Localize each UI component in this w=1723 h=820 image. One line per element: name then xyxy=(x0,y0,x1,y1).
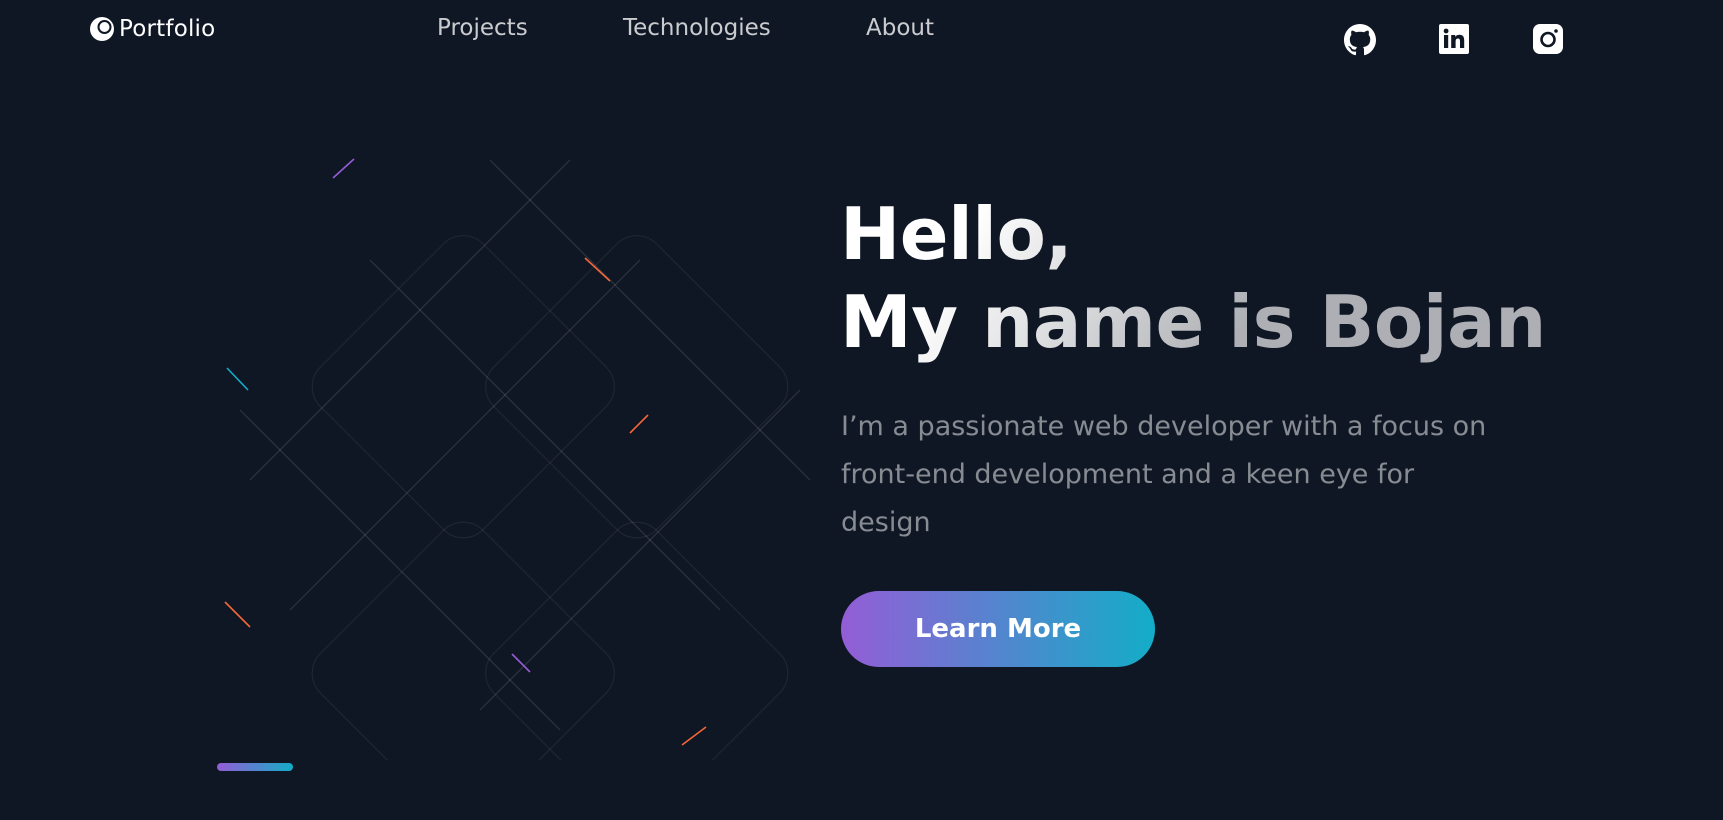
nav-projects[interactable]: Projects xyxy=(437,15,528,41)
nav-about[interactable]: About xyxy=(866,15,934,41)
instagram-icon xyxy=(1533,24,1565,54)
logo-link[interactable]: Portfolio xyxy=(89,16,215,42)
nav-technologies[interactable]: Technologies xyxy=(623,15,771,41)
github-link[interactable] xyxy=(1344,24,1376,56)
logo-text: Portfolio xyxy=(119,16,216,42)
linkedin-icon xyxy=(1439,24,1471,54)
hero-description: I’m a passionate web developer with a fo… xyxy=(841,411,1487,538)
hero-title: Hello, My name is Bojan xyxy=(840,190,1546,366)
page: Portfolio Projects Technologies About He… xyxy=(0,0,1723,820)
hero-title-line2: My name is Bojan xyxy=(840,280,1546,364)
github-icon xyxy=(1344,24,1376,56)
scroll-indicator xyxy=(217,763,293,771)
linkedin-link[interactable] xyxy=(1439,24,1471,56)
learn-more-button[interactable]: Learn More xyxy=(841,591,1155,667)
instagram-link[interactable] xyxy=(1533,24,1565,56)
hero-background-art xyxy=(224,158,811,760)
logo-icon xyxy=(89,16,115,42)
hero-title-line1: Hello, xyxy=(840,192,1073,276)
